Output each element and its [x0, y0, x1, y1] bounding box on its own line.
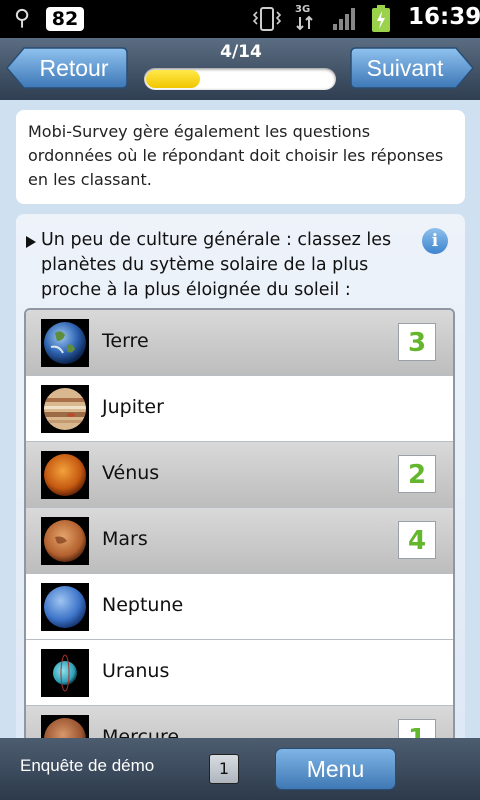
intro-text: Mobi-Survey gère également les questions… — [28, 122, 444, 189]
bottom-bar: Enquête de démo 1 Menu — [0, 738, 480, 800]
vibrate-icon — [252, 7, 282, 31]
usb-icon: ⚲ — [14, 6, 31, 31]
ranking-list: Terre 3 Jupiter Vénus 2 Mars 4 Neptune U… — [24, 308, 455, 748]
list-item-uranus[interactable]: Uranus — [26, 640, 453, 706]
next-button-label: Suivant — [366, 55, 444, 81]
status-bar: ⚲ 82 3G 16:39 — [0, 0, 480, 38]
network-type-label: 3G — [295, 4, 311, 15]
list-item-mars[interactable]: Mars 4 — [26, 508, 453, 574]
neptune-image — [41, 583, 89, 631]
list-item-label: Jupiter — [102, 396, 164, 418]
list-item-jupiter[interactable]: Jupiter — [26, 376, 453, 442]
jupiter-image — [41, 385, 89, 433]
progress-bar — [144, 68, 336, 90]
progress-label: 4/14 — [220, 42, 262, 62]
list-item-label: Terre — [102, 330, 149, 352]
list-item-terre[interactable]: Terre 3 — [26, 310, 453, 376]
list-item-venus[interactable]: Vénus 2 — [26, 442, 453, 508]
rank-box[interactable]: 4 — [398, 521, 436, 559]
question-bullet-icon — [26, 236, 36, 248]
list-item-label: Neptune — [102, 594, 184, 616]
survey-header: Retour 4/14 Suivant — [0, 38, 480, 100]
page-number[interactable]: 1 — [209, 754, 239, 784]
list-item-label: Uranus — [102, 660, 170, 682]
earth-image — [41, 319, 89, 367]
network-3g-icon: 3G — [295, 5, 321, 33]
next-button[interactable]: Suivant — [350, 47, 474, 89]
battery-level-badge: 82 — [46, 7, 84, 31]
list-item-neptune[interactable]: Neptune — [26, 574, 453, 640]
info-icon[interactable]: i — [422, 228, 448, 254]
rank-box[interactable]: 3 — [398, 323, 436, 361]
rank-box[interactable]: 2 — [398, 455, 436, 493]
progress-bar-fill — [146, 70, 200, 88]
mars-image — [41, 517, 89, 565]
uranus-image — [41, 649, 89, 697]
intro-card: Mobi-Survey gère également les questions… — [16, 110, 465, 204]
clock: 16:39 — [408, 4, 480, 30]
menu-button[interactable]: Menu — [275, 748, 396, 790]
battery-charging-icon — [372, 5, 390, 32]
survey-name: Enquête de démo — [20, 756, 155, 775]
question-text: Un peu de culture générale : classez les… — [41, 230, 392, 300]
signal-icon — [333, 8, 355, 30]
list-item-label: Vénus — [102, 462, 160, 484]
list-item-label: Mars — [102, 528, 148, 550]
back-button[interactable]: Retour — [6, 47, 128, 89]
back-button-label: Retour — [39, 55, 109, 81]
venus-image — [41, 451, 89, 499]
